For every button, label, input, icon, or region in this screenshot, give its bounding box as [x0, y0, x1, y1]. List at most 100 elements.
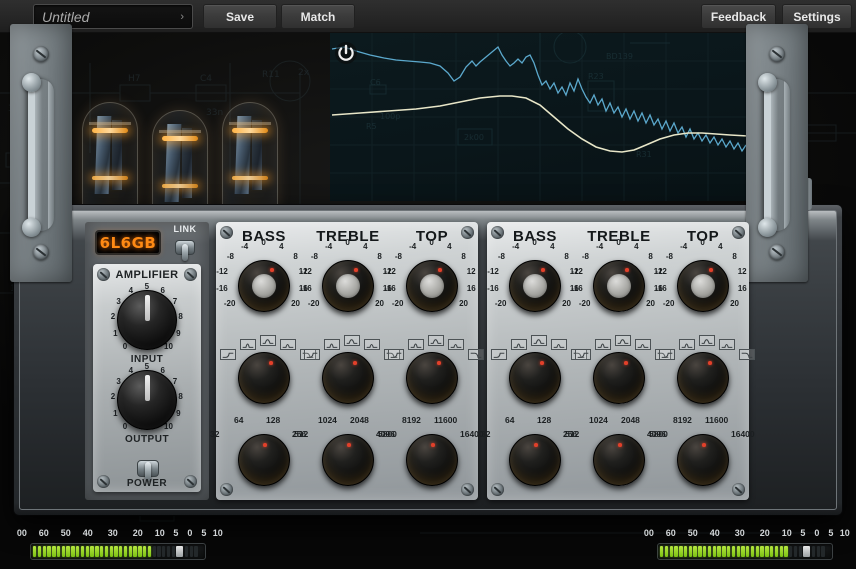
gain-tick: -4: [325, 242, 332, 251]
rack-ear-left: [10, 24, 72, 282]
meter-segment: [43, 546, 46, 557]
meter-tick: 40: [83, 528, 93, 538]
bell-medium-icon: [551, 339, 567, 350]
gain-tick: -12: [487, 267, 499, 276]
frequency-knob-bass[interactable]: [509, 434, 561, 486]
power-label: POWER: [93, 478, 201, 489]
frequency-knob-treble[interactable]: [322, 434, 374, 486]
meter-segment: [90, 546, 93, 557]
meter-segment: [756, 546, 759, 557]
gain-tick: 20: [646, 299, 655, 308]
gain-tick: 0: [345, 238, 349, 247]
gain-tick: 12: [738, 267, 747, 276]
link-toggle-switch[interactable]: [175, 233, 195, 259]
gain-tick: -8: [395, 252, 402, 261]
bell-wide-icon: [699, 335, 715, 346]
low-shelf-icon: [659, 349, 675, 360]
gain-knob-treble[interactable]: [593, 260, 645, 312]
meter-segment: [194, 546, 197, 557]
tube-type-display[interactable]: 6L6GB: [95, 230, 161, 255]
power-icon[interactable]: [334, 41, 358, 65]
bell-narrow-icon: [324, 339, 340, 350]
frequency-tick: 128: [537, 415, 551, 425]
meter-segment: [52, 546, 55, 557]
meter-segment: [689, 546, 692, 557]
meter-segment: [674, 546, 677, 557]
eq-panel-left: BASS-20-16-12-8-40481216203264128256TREB…: [216, 222, 478, 500]
frequency-tick: 5800: [649, 429, 668, 439]
meter-segment: [110, 546, 113, 557]
gain-tick: 8: [732, 252, 736, 261]
screw-icon: [732, 226, 745, 239]
meter-segment: [775, 546, 778, 557]
meter-segment: [153, 546, 156, 557]
meter-segment: [693, 546, 696, 557]
gain-tick: -4: [409, 242, 416, 251]
match-button[interactable]: Match: [281, 4, 355, 29]
frequency-tick: 2048: [350, 415, 369, 425]
gain-tick: -4: [596, 242, 603, 251]
bell-medium-icon: [448, 339, 464, 350]
meter-segment: [57, 546, 60, 557]
filter-shape-knob-bass[interactable]: [238, 352, 290, 404]
save-button[interactable]: Save: [203, 4, 277, 29]
filter-shape-knob-bass[interactable]: [509, 352, 561, 404]
knob-tick: 9: [176, 409, 180, 418]
meter-segment: [129, 546, 132, 557]
frequency-tick: 512: [565, 429, 579, 439]
frequency-tick: 8192: [402, 415, 421, 425]
meter-segment: [148, 546, 151, 557]
gain-tick: 8: [293, 252, 297, 261]
gain-tick: -16: [300, 284, 312, 293]
spectrum-analyzer[interactable]: C6 100p R5 2k00 BD139 R23 R31: [330, 33, 750, 201]
bell-narrow-icon: [511, 339, 527, 350]
frequency-tick: 16400: [731, 429, 755, 439]
meter-segment: [708, 546, 711, 557]
gain-tick: -12: [384, 267, 396, 276]
svg-text:R11: R11: [262, 70, 280, 80]
gain-tick: -16: [384, 284, 396, 293]
output-knob[interactable]: 012345678910: [117, 370, 177, 430]
gain-tick: 4: [634, 242, 638, 251]
frequency-knob-treble[interactable]: [593, 434, 645, 486]
screw-icon: [461, 483, 474, 496]
meter-segment: [746, 546, 749, 557]
frequency-knob-bass[interactable]: [238, 434, 290, 486]
filter-shape-knob-treble[interactable]: [593, 352, 645, 404]
gain-knob-bass[interactable]: [238, 260, 290, 312]
meter-segment: [124, 546, 127, 557]
screw-icon: [769, 244, 785, 260]
gain-tick: -12: [571, 267, 583, 276]
gain-tick: -8: [311, 252, 318, 261]
frequency-tick: 11600: [705, 415, 728, 425]
frequency-knob-top[interactable]: [406, 434, 458, 486]
bell-wide-icon: [615, 335, 631, 346]
meter-segment: [812, 546, 815, 557]
gain-knob-treble[interactable]: [322, 260, 374, 312]
knob-tick: 0: [123, 342, 127, 351]
rack-handle-right[interactable]: [764, 79, 790, 231]
gain-knob-top[interactable]: [677, 260, 729, 312]
meter-segment: [133, 546, 136, 557]
meter-segment: [76, 546, 79, 557]
knob-tick: 8: [178, 312, 182, 321]
meter-tick: 10: [840, 528, 850, 538]
meter-tick: 5: [173, 528, 178, 538]
input-knob[interactable]: 012345678910: [117, 290, 177, 350]
screw-icon: [769, 46, 785, 62]
rack-handle-left[interactable]: [28, 79, 54, 231]
frequency-knob-top[interactable]: [677, 434, 729, 486]
gain-tick: -12: [216, 267, 228, 276]
meter-segment: [732, 546, 735, 557]
gain-knob-top[interactable]: [406, 260, 458, 312]
frequency-tick: 32: [210, 429, 219, 439]
frequency-tick: 64: [234, 415, 243, 425]
gain-knob-bass[interactable]: [509, 260, 561, 312]
gain-tick: -12: [300, 267, 312, 276]
filter-shape-knob-top[interactable]: [677, 352, 729, 404]
gain-tick: 16: [738, 284, 747, 293]
filter-shape-knob-treble[interactable]: [322, 352, 374, 404]
knob-tick: 7: [173, 377, 177, 386]
high-shelf-icon: [468, 349, 484, 360]
filter-shape-knob-top[interactable]: [406, 352, 458, 404]
